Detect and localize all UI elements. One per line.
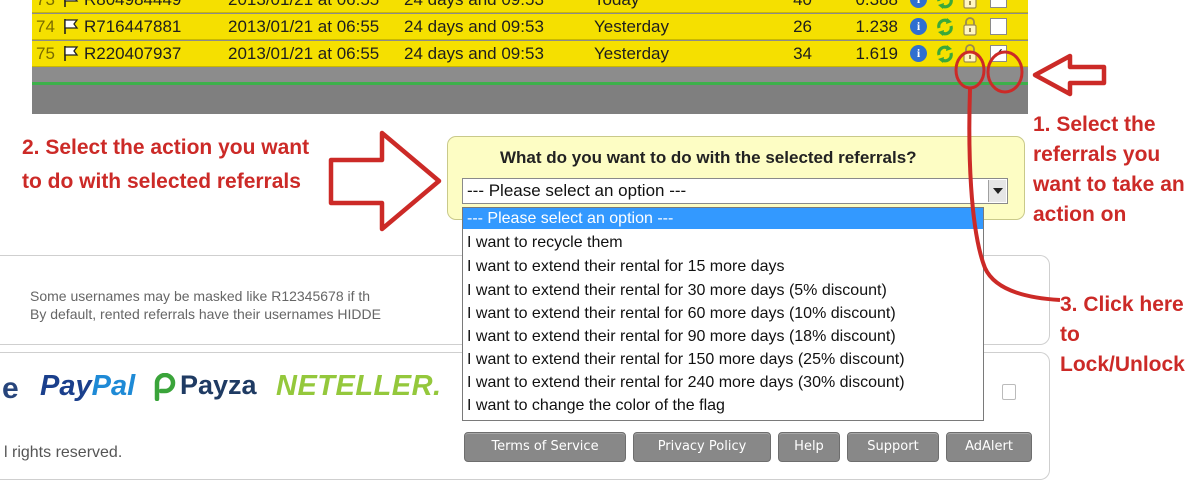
step-3-line: to — [1060, 323, 1080, 346]
option-extend-15[interactable]: I want to extend their rental for 15 mor… — [463, 256, 983, 277]
row-checkbox[interactable] — [990, 18, 1007, 35]
referral-last-click: Yesterday — [594, 17, 669, 36]
info-icon[interactable]: i — [910, 18, 927, 35]
paypal-logo-text-2: Pal — [91, 370, 136, 402]
referral-clicks: 40 — [752, 0, 812, 10]
chevron-down-icon[interactable] — [988, 180, 1006, 202]
hidden-usernames-note: By default, rented referrals have their … — [30, 306, 381, 322]
step-3-annotation: 3. Click here to Lock/Unlock — [1060, 290, 1185, 380]
table-row[interactable]: 73 R804984449 2013/01/21 at 06:55 24 day… — [32, 0, 1028, 13]
option-extend-60[interactable]: I want to extend their rental for 60 mor… — [463, 303, 983, 324]
action-select-value: --- Please select an option --- — [467, 181, 687, 200]
paypal-logo: PayPal — [40, 370, 135, 403]
step-2-line: 2. Select the action you want — [22, 136, 310, 159]
row-checkbox[interactable] — [990, 0, 1007, 8]
arrow-left-icon — [1032, 53, 1107, 97]
option-change-flag-color[interactable]: I want to change the color of the flag — [463, 395, 983, 416]
option-recycle[interactable]: I want to recycle them — [463, 232, 983, 253]
referral-duration: 24 days and 09:53 — [404, 17, 544, 36]
step-1-line: referrals you — [1033, 143, 1161, 166]
option-extend-90[interactable]: I want to extend their rental for 90 mor… — [463, 326, 983, 347]
terms-of-service-button[interactable]: Terms of Service — [464, 432, 626, 462]
recycle-icon[interactable] — [934, 43, 956, 65]
referral-last-click: Today — [594, 0, 639, 10]
payza-mark-icon — [154, 373, 176, 401]
help-button[interactable]: Help — [778, 432, 840, 462]
referral-average: 1.238 — [855, 17, 898, 36]
referral-id: R220407937 — [84, 44, 182, 63]
info-icon[interactable]: i — [910, 0, 927, 8]
referral-id: R716447881 — [84, 17, 182, 36]
row-number: 73 — [36, 0, 55, 10]
payza-logo: Payza — [180, 370, 257, 400]
table-row[interactable]: 74 R716447881 2013/01/21 at 06:55 24 day… — [32, 14, 1028, 40]
row-checkbox[interactable]: ✓ — [990, 45, 1007, 62]
footer-control[interactable] — [1002, 384, 1016, 400]
referral-id: R804984449 — [84, 0, 181, 10]
referral-duration: 24 days and 09:53 — [404, 0, 544, 10]
step-3-line: Lock/Unlock — [1060, 353, 1185, 376]
action-select[interactable]: --- Please select an option --- — [462, 178, 1008, 204]
step-3-line: 3. Click here — [1060, 293, 1184, 316]
payment-logo-partial: e — [2, 372, 19, 405]
referrals-table: 73 R804984449 2013/01/21 at 06:55 24 day… — [32, 0, 1028, 114]
action-dropdown-list: --- Please select an option --- I want t… — [462, 207, 984, 421]
lock-icon[interactable] — [962, 17, 978, 36]
recycle-icon[interactable] — [934, 16, 956, 38]
table-row[interactable]: 75 R220407937 2013/01/21 at 06:55 24 day… — [32, 41, 1028, 67]
recycle-icon[interactable] — [934, 0, 956, 11]
referral-since: 2013/01/21 at 06:55 — [228, 44, 380, 63]
step-2-annotation: 2. Select the action you want to do with… — [22, 131, 309, 199]
masked-usernames-note: Some usernames may be masked like R12345… — [30, 288, 371, 304]
option-extend-150[interactable]: I want to extend their rental for 150 mo… — [463, 349, 983, 370]
referral-since: 2013/01/21 at 06:55 — [228, 0, 379, 10]
step-2-line: to do with selected referrals — [22, 170, 301, 193]
referral-average: 1.619 — [855, 44, 898, 63]
flag-icon[interactable] — [62, 18, 80, 35]
step-1-line: 1. Select the — [1033, 113, 1156, 136]
paypal-logo-text-1: Pay — [40, 370, 92, 402]
info-icon[interactable]: i — [910, 45, 927, 62]
referral-average: 0.388 — [832, 0, 898, 10]
adalert-button[interactable]: AdAlert — [946, 432, 1032, 462]
support-button[interactable]: Support — [847, 432, 939, 462]
referral-duration: 24 days and 09:53 — [404, 44, 544, 63]
table-footer-bar — [32, 85, 1028, 114]
step-1-line: action on — [1033, 203, 1127, 226]
flag-icon[interactable] — [62, 0, 80, 8]
neteller-logo: NETELLER. — [276, 370, 442, 402]
referral-since: 2013/01/21 at 06:55 — [228, 17, 380, 36]
row-number: 75 — [36, 44, 55, 63]
action-question: What do you want to do with the selected… — [500, 148, 917, 167]
step-1-annotation: 1. Select the referrals you want to take… — [1033, 110, 1185, 230]
lock-icon[interactable] — [962, 44, 978, 63]
referral-clicks: 26 — [793, 17, 812, 36]
option-extend-240[interactable]: I want to extend their rental for 240 mo… — [463, 372, 983, 393]
copyright-text: l rights reserved. — [4, 444, 123, 461]
option-extend-30[interactable]: I want to extend their rental for 30 mor… — [463, 280, 983, 301]
referral-last-click: Yesterday — [594, 44, 669, 63]
referral-clicks: 34 — [793, 44, 812, 63]
arrow-right-icon — [328, 130, 442, 232]
option-please-select[interactable]: --- Please select an option --- — [463, 208, 983, 229]
flag-icon[interactable] — [62, 45, 80, 62]
step-1-line: want to take an — [1033, 173, 1185, 196]
privacy-policy-button[interactable]: Privacy Policy — [633, 432, 771, 462]
row-number: 74 — [36, 17, 55, 36]
lock-icon[interactable] — [962, 0, 978, 9]
